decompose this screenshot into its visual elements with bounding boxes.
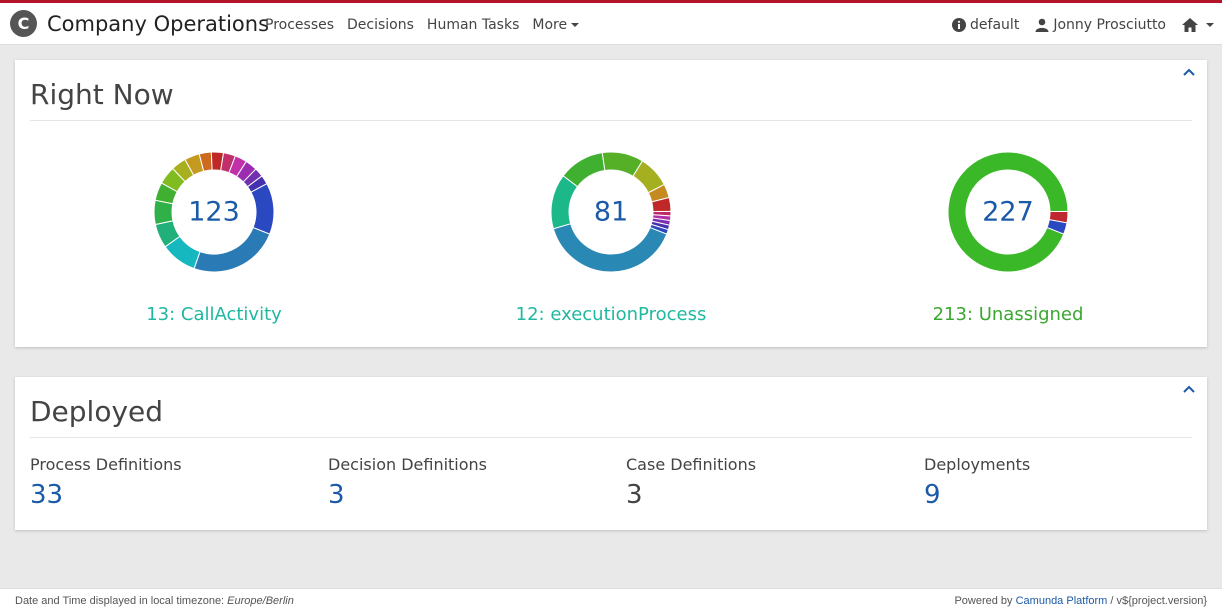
home-menu[interactable]	[1182, 18, 1214, 32]
nav-human-tasks[interactable]: Human Tasks	[427, 17, 519, 33]
user-menu[interactable]: Jonny Prosciutto	[1035, 17, 1166, 33]
donut-total: 227	[982, 197, 1034, 228]
donut-caption[interactable]: 213: Unassigned	[883, 304, 1133, 325]
deployed-count-link[interactable]: 33	[30, 480, 182, 510]
camunda-logo-icon: C	[10, 10, 37, 37]
right-nav: default Jonny Prosciutto	[936, 17, 1214, 33]
donut-segment[interactable]	[193, 226, 271, 273]
caret-down-icon	[1206, 23, 1214, 27]
donut-total: 123	[188, 197, 240, 228]
donut-caption[interactable]: 13: CallActivity	[89, 304, 339, 325]
right-now-title: Right Now	[30, 78, 174, 111]
collapse-chevron-icon[interactable]	[1183, 68, 1195, 76]
donut-total: 81	[594, 197, 628, 228]
deployed-decision-definitions: Decision Definitions 3	[328, 455, 487, 510]
deployed-case-definitions: Case Definitions 3	[626, 455, 756, 510]
timezone-value: Europe/Berlin	[227, 595, 294, 607]
donut-svg[interactable]: 227	[946, 150, 1070, 274]
deployed-process-definitions: Process Definitions 33	[30, 455, 182, 510]
nav-more-dropdown[interactable]: More	[532, 17, 580, 33]
deployed-count-link[interactable]: 3	[328, 480, 487, 510]
nav-decisions[interactable]: Decisions	[347, 17, 414, 33]
timezone-note: Date and Time displayed in local timezon…	[15, 595, 294, 607]
donut-caption[interactable]: 12: executionProcess	[486, 304, 736, 325]
donut-svg[interactable]: 123	[152, 150, 276, 274]
user-name: Jonny Prosciutto	[1053, 17, 1166, 33]
deployed-label: Decision Definitions	[328, 455, 488, 474]
home-icon	[1182, 18, 1198, 32]
info-icon	[952, 18, 967, 32]
deployed-label: Case Definitions	[626, 455, 757, 474]
top-navbar: C Company Operations Processes Decisions…	[0, 0, 1222, 45]
donut-chart-process-instances: 123 13: CallActivity	[89, 150, 339, 325]
camunda-platform-link[interactable]: Camunda Platform	[1016, 595, 1108, 607]
nav-processes[interactable]: Processes	[265, 17, 334, 33]
right-now-panel: Right Now 123 13: CallActivity 81 12: ex…	[15, 60, 1207, 347]
deployed-label: Process Definitions	[30, 455, 182, 474]
deployed-label: Deployments	[924, 455, 1031, 474]
powered-by: Powered by Camunda Platform / v${project…	[954, 595, 1207, 607]
engine-selector[interactable]: default	[952, 17, 1019, 33]
user-icon	[1035, 18, 1049, 32]
deployed-deployments: Deployments 9	[924, 455, 1030, 510]
deployed-title: Deployed	[30, 395, 164, 428]
app-title: Company Operations	[47, 11, 270, 36]
deployed-panel: Deployed Process Definitions 33 Decision…	[15, 377, 1207, 530]
divider	[30, 437, 1192, 438]
donut-svg[interactable]: 81	[549, 150, 673, 274]
engine-name: default	[970, 17, 1020, 33]
deployed-count-link[interactable]: 9	[924, 480, 1030, 510]
donut-chart-incidents: 81 12: executionProcess	[486, 150, 736, 325]
divider	[30, 120, 1192, 121]
collapse-chevron-icon[interactable]	[1183, 385, 1195, 393]
donut-segment[interactable]	[552, 223, 668, 273]
main-nav: Processes Decisions Human Tasks More	[265, 17, 592, 33]
donut-segment[interactable]	[153, 199, 174, 226]
brand[interactable]: C Company Operations	[10, 10, 269, 37]
donut-chart-human-tasks: 227 213: Unassigned	[883, 150, 1133, 325]
donut-segment[interactable]	[250, 183, 275, 235]
footer: Date and Time displayed in local timezon…	[0, 588, 1222, 611]
caret-down-icon	[571, 23, 580, 27]
deployed-count: 3	[626, 480, 643, 510]
